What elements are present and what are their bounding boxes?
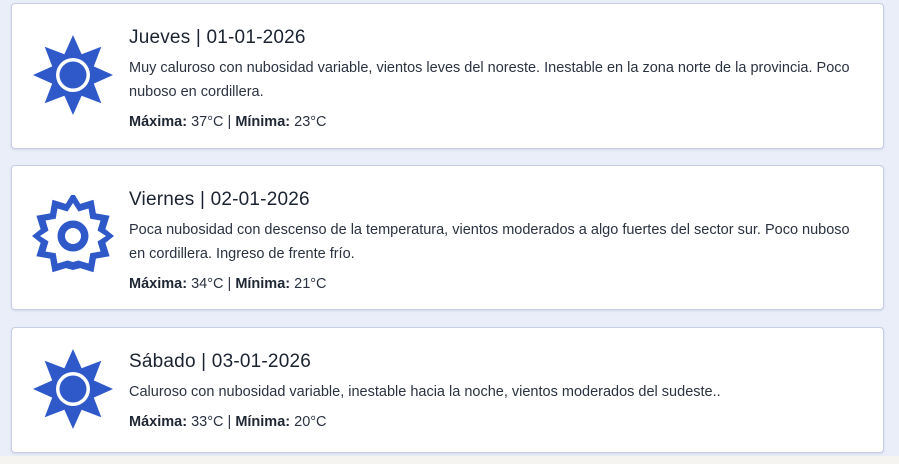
max-label: Máxima: (129, 276, 188, 292)
forecast-card: Sábado | 03-01-2026 Caluroso con nubosid… (11, 327, 884, 453)
partly-sunny-icon (32, 195, 114, 277)
min-label: Mínima: (235, 276, 291, 292)
sun-icon (32, 34, 114, 116)
forecast-card: Jueves | 01-01-2026 Muy caluroso con nub… (11, 3, 884, 149)
min-value: 21°C (294, 276, 327, 292)
forecast-description: Poca nubosidad con descenso de la temper… (129, 222, 850, 262)
page-footer-strip (0, 456, 899, 464)
temp-separator: | (227, 114, 232, 130)
temp-separator: | (227, 414, 232, 430)
min-value: 20°C (294, 414, 327, 430)
forecast-description: Muy caluroso con nubosidad variable, vie… (129, 60, 850, 100)
forecast-page: Jueves | 01-01-2026 Muy caluroso con nub… (0, 0, 899, 464)
min-label: Mínima: (235, 114, 291, 130)
max-label: Máxima: (129, 114, 188, 130)
forecast-title: Jueves | 01-01-2026 (129, 27, 306, 48)
forecast-description: Caluroso con nubosidad variable, inestab… (129, 384, 721, 400)
min-label: Mínima: (235, 414, 291, 430)
temperature-row: Máxima: 34°C | Mínima: 21°C (129, 274, 865, 294)
max-value: 33°C (191, 414, 224, 430)
temperature-row: Máxima: 33°C | Mínima: 20°C (129, 412, 865, 432)
sun-icon (32, 348, 114, 430)
min-value: 23°C (294, 114, 327, 130)
temp-separator: | (227, 276, 232, 292)
forecast-title: Viernes | 02-01-2026 (129, 189, 310, 210)
forecast-content: Jueves | 01-01-2026 Muy caluroso con nub… (129, 26, 865, 132)
max-label: Máxima: (129, 414, 188, 430)
forecast-content: Sábado | 03-01-2026 Caluroso con nubosid… (129, 350, 865, 432)
forecast-title: Sábado | 03-01-2026 (129, 351, 311, 372)
max-value: 37°C (191, 114, 224, 130)
max-value: 34°C (191, 276, 224, 292)
temperature-row: Máxima: 37°C | Mínima: 23°C (129, 112, 865, 132)
forecast-content: Viernes | 02-01-2026 Poca nubosidad con … (129, 188, 865, 294)
forecast-card: Viernes | 02-01-2026 Poca nubosidad con … (11, 165, 884, 310)
